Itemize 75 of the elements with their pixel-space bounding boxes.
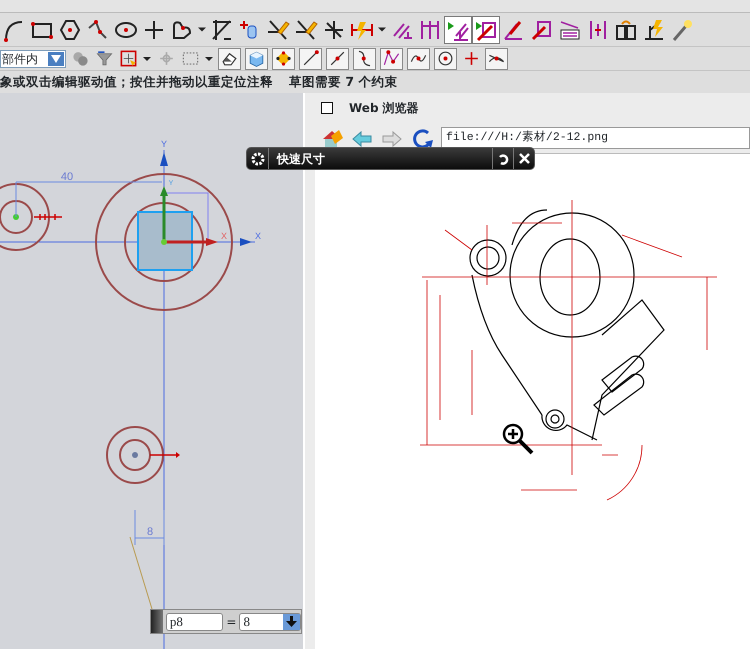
eraser-tool[interactable] xyxy=(218,48,241,70)
address-field[interactable]: file:///H:/素材/2-12.png xyxy=(441,127,750,149)
sketch-circle[interactable] xyxy=(124,202,204,282)
pencil-icon xyxy=(294,18,318,42)
sketch-circle[interactable] xyxy=(106,426,164,484)
snap-points-icon xyxy=(274,49,293,68)
y-axis-arrow xyxy=(160,152,168,166)
origin-point xyxy=(161,239,167,245)
hexagon-icon xyxy=(58,18,82,42)
tangent-curve-tool[interactable] xyxy=(353,48,376,70)
dropdown-button[interactable] xyxy=(282,614,300,630)
field-value: 8 xyxy=(243,612,250,631)
trim-icon xyxy=(210,18,234,42)
line-midpoint-tool[interactable] xyxy=(326,48,349,70)
expression-name-field[interactable]: p8 xyxy=(166,612,224,630)
axis-label: X xyxy=(255,231,261,241)
line-endpoint-icon xyxy=(301,49,320,68)
close-icon xyxy=(518,153,530,164)
wand-icon xyxy=(670,18,694,42)
window-icon xyxy=(321,102,333,114)
dialog-title: 快速尺寸 xyxy=(269,148,493,169)
equals-sign: = xyxy=(226,614,236,630)
status-prompt: 象或双击编辑驱动值；按住并拖动以重定位注释 xyxy=(0,72,273,91)
caret-icon xyxy=(205,56,213,60)
intersection-tool[interactable] xyxy=(485,48,508,70)
browser-title: Web 浏览器 xyxy=(349,100,419,117)
down-arrow-icon xyxy=(286,616,297,627)
dropdown-arrow-icon xyxy=(51,54,61,62)
settings-icon xyxy=(250,152,264,166)
snap-points-tool[interactable] xyxy=(272,48,295,70)
blocks-icon xyxy=(614,18,638,42)
sketch-circle[interactable] xyxy=(95,173,233,311)
dimension-value: 40 xyxy=(60,171,74,183)
constraint-edit-tool[interactable] xyxy=(472,16,500,44)
caret-icon xyxy=(198,27,206,32)
caret-icon xyxy=(143,56,151,60)
constraint-status: 草图需要 7 个约束 xyxy=(289,72,398,91)
weld-icon xyxy=(642,18,666,42)
x-direction-arrow xyxy=(165,238,218,246)
drag-grip[interactable] xyxy=(151,610,163,633)
cube-tool[interactable] xyxy=(245,48,268,70)
cube-icon xyxy=(247,49,266,68)
rotation-handle[interactable] xyxy=(166,192,208,242)
dropdown-arrow[interactable] xyxy=(376,25,388,34)
spline-tool[interactable] xyxy=(407,48,430,70)
dimension-value: 8 xyxy=(146,526,154,538)
caret-icon xyxy=(378,27,386,32)
axis-label: X xyxy=(221,231,227,241)
center-point[interactable] xyxy=(132,452,138,458)
spline-points-icon xyxy=(382,49,401,68)
spline-points-tool[interactable] xyxy=(380,48,403,70)
direction-arrow xyxy=(150,452,180,458)
dimension-line[interactable] xyxy=(16,182,162,218)
line-endpoint-tool[interactable] xyxy=(299,48,322,70)
undo-icon xyxy=(497,152,509,164)
scope-dropdown[interactable]: 部件内 xyxy=(0,50,66,68)
gears-icon xyxy=(70,49,90,68)
x-axis-arrow xyxy=(240,238,252,246)
snap-box-tool[interactable] xyxy=(118,48,138,70)
constraint-tool[interactable] xyxy=(444,16,472,44)
circle-center-icon xyxy=(436,49,455,68)
direction-arrow xyxy=(33,213,63,221)
zoom-cursor-icon xyxy=(502,424,534,454)
datum-square[interactable] xyxy=(137,211,193,271)
expression-value-field[interactable]: 8 xyxy=(239,612,301,630)
pencil-icon xyxy=(266,18,290,42)
y-direction-arrow xyxy=(160,186,168,242)
axis-label: Y xyxy=(161,139,167,149)
line-midpoint-icon xyxy=(328,49,347,68)
sketch-circle[interactable] xyxy=(119,439,151,471)
refresh-icon xyxy=(411,128,433,150)
filter-icon xyxy=(94,49,114,68)
dropdown-arrow[interactable] xyxy=(196,25,208,34)
circle-center-tool[interactable] xyxy=(434,48,457,70)
snap-box-icon xyxy=(118,49,138,68)
